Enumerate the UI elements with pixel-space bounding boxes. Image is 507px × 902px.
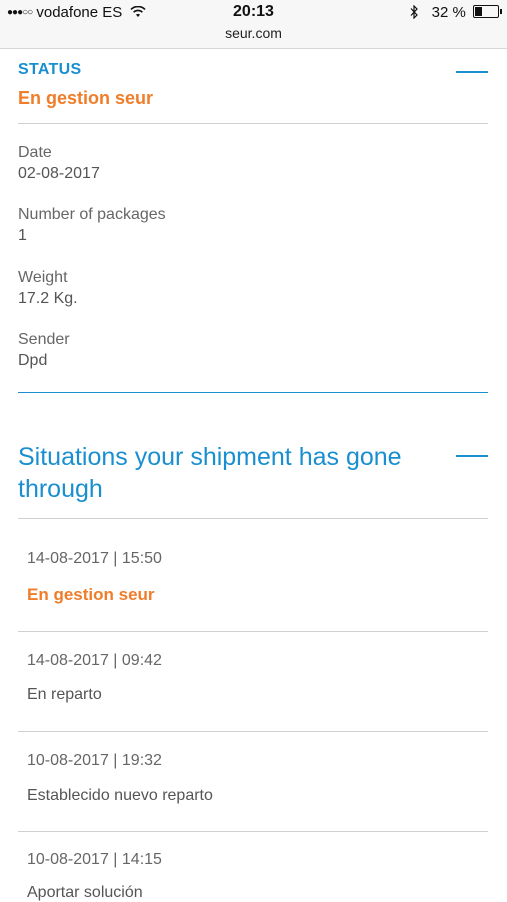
situation-date: 14-08-2017 | 15:50 — [27, 550, 162, 567]
battery-icon — [473, 5, 502, 18]
situation-date: 10-08-2017 | 19:32 — [27, 752, 162, 769]
divider — [18, 123, 488, 124]
date-value: 02-08-2017 — [18, 165, 100, 182]
section-divider — [18, 392, 488, 393]
status-section-label: STATUS — [18, 61, 82, 78]
situation-status: Establecido nuevo reparto — [27, 787, 213, 804]
situations-collapse-icon[interactable] — [456, 455, 488, 457]
situation-date: 14-08-2017 | 09:42 — [27, 652, 162, 669]
divider — [18, 731, 488, 732]
sender-value: Dpd — [18, 352, 48, 369]
situation-status: En reparto — [27, 686, 102, 703]
weight-value: 17.2 Kg. — [18, 290, 78, 307]
battery-level-fill — [475, 7, 482, 16]
situation-date: 10-08-2017 | 14:15 — [27, 851, 162, 868]
battery-percentage: 32 % — [431, 4, 466, 21]
situation-status: En gestion seur — [27, 585, 155, 604]
status-collapse-icon[interactable] — [456, 71, 488, 73]
ios-status-bar: ●●●○○ vodafone ES 20:13 seur.com 32 % — [0, 0, 507, 49]
divider — [18, 518, 488, 519]
address-url[interactable]: seur.com — [0, 25, 507, 41]
divider — [18, 631, 488, 632]
situation-status: Aportar solución — [27, 884, 143, 901]
date-label: Date — [18, 144, 52, 161]
status-value: En gestion seur — [18, 88, 154, 108]
divider — [18, 831, 488, 832]
packages-value: 1 — [18, 227, 27, 244]
situations-title: Situations your shipment has gone throug… — [18, 443, 402, 503]
right-status-group: 32 % — [409, 4, 502, 21]
bluetooth-icon — [411, 5, 419, 19]
packages-label: Number of packages — [18, 206, 166, 223]
weight-label: Weight — [18, 269, 68, 286]
sender-label: Sender — [18, 331, 70, 348]
